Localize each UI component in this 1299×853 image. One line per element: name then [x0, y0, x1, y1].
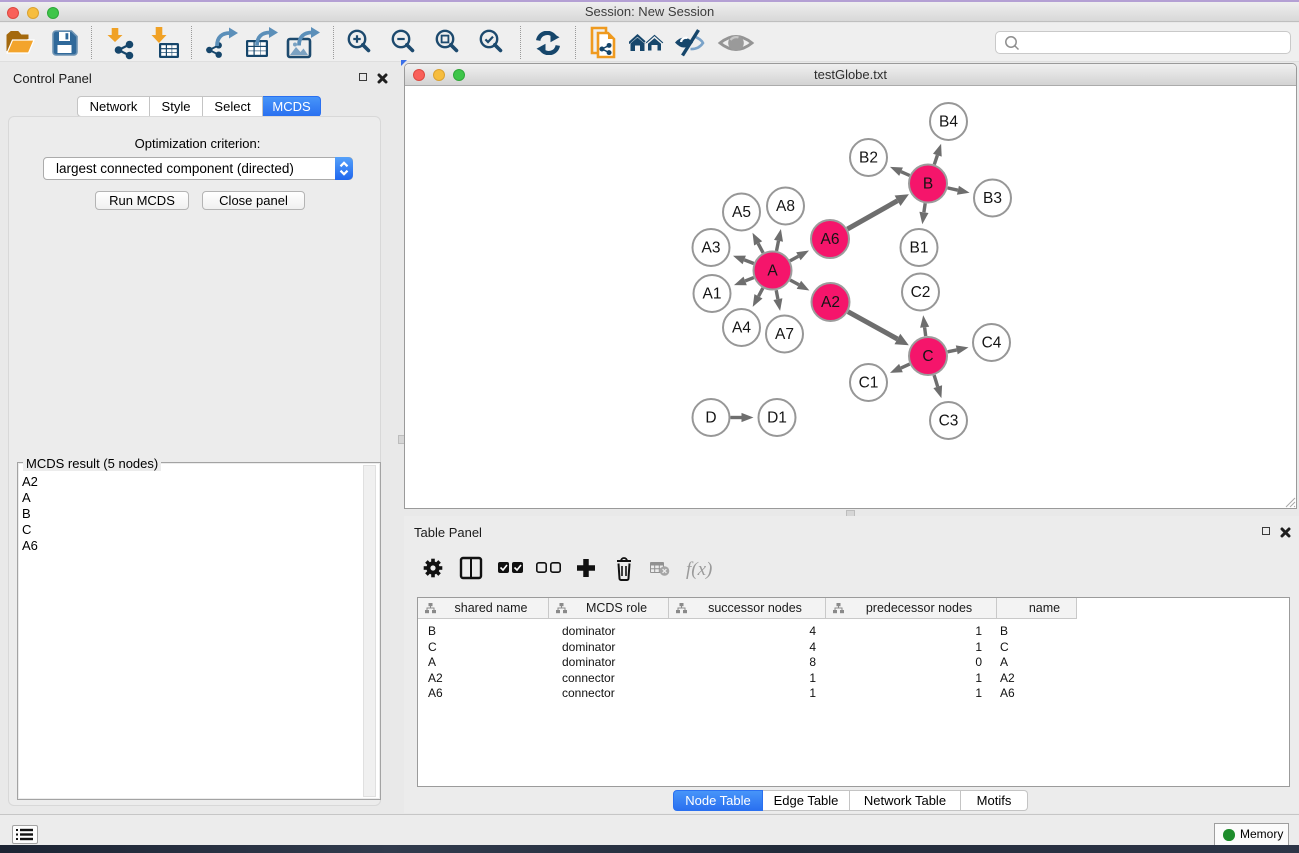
svg-text:B1: B1: [910, 240, 929, 257]
svg-text:B2: B2: [859, 150, 878, 167]
svg-text:B4: B4: [939, 114, 958, 131]
svg-text:A3: A3: [702, 240, 721, 257]
svg-text:C4: C4: [982, 335, 1002, 352]
svg-text:f(x): f(x): [686, 559, 712, 580]
svg-text:A: A: [767, 263, 778, 280]
svg-text:A8: A8: [776, 198, 795, 215]
svg-text:C: C: [922, 348, 933, 365]
svg-text:C1: C1: [859, 375, 879, 392]
svg-text:C3: C3: [939, 413, 959, 430]
svg-text:C2: C2: [911, 284, 931, 301]
svg-text:A5: A5: [732, 204, 751, 221]
svg-text:A4: A4: [732, 320, 751, 337]
svg-text:D1: D1: [767, 410, 787, 427]
svg-text:B: B: [923, 176, 933, 193]
svg-text:A2: A2: [821, 294, 840, 311]
svg-text:A7: A7: [775, 326, 794, 343]
svg-text:A1: A1: [703, 286, 722, 303]
svg-text:B3: B3: [983, 190, 1002, 207]
svg-text:A6: A6: [821, 231, 840, 248]
svg-text:D: D: [705, 410, 716, 427]
